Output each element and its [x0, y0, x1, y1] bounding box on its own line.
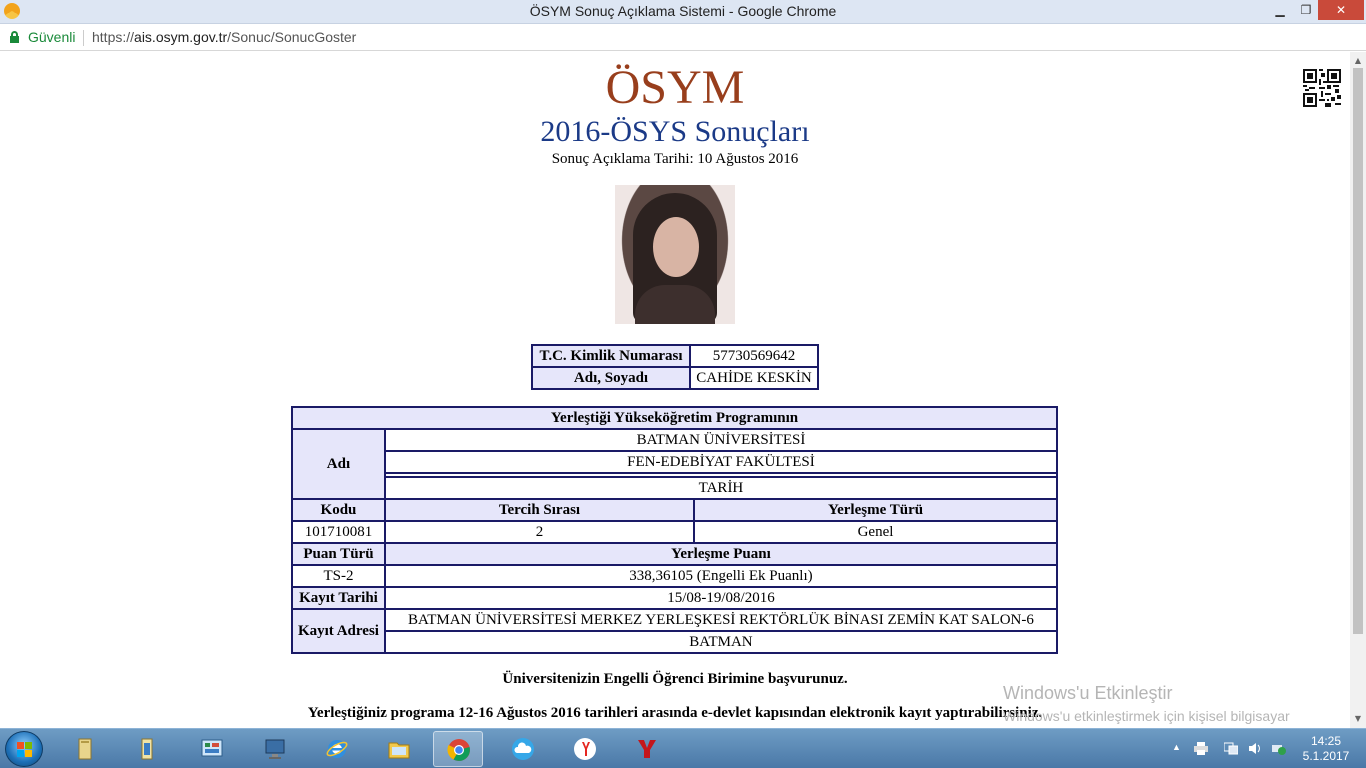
preference-value: 2 — [383, 520, 696, 544]
minimize-button[interactable]: ▁ — [1268, 0, 1292, 20]
window-title: ÖSYM Sonuç Açıklama Sistemi - Google Chr… — [529, 3, 837, 19]
osym-logo: ÖSYM — [605, 61, 745, 114]
show-hidden-icons-icon[interactable]: ▲ — [1172, 742, 1186, 755]
taskbar-folder[interactable] — [122, 731, 172, 767]
window-title-bar: ÖSYM Sonuç Açıklama Sistemi - Google Chr… — [0, 0, 1366, 24]
code-value: 101710081 — [291, 520, 386, 544]
placement-type-value: Genel — [693, 520, 1058, 544]
id-value: 57730569642 — [689, 344, 819, 368]
registration-date-label: Kayıt Tarihi — [291, 586, 386, 610]
table-row: Kayıt Adresi BATMAN ÜNİVERSİTESİ MERKEZ … — [291, 608, 1059, 654]
url-domain: ais.osym.gov.tr — [134, 29, 228, 45]
code-label: Kodu — [291, 498, 386, 522]
watermark-text: Windows'u etkinleştirmek için kişisel bi… — [1003, 708, 1290, 724]
candidate-photo — [615, 185, 735, 324]
name-value: CAHİDE KESKİN — [689, 366, 819, 390]
placement-type-label: Yerleşme Türü — [693, 498, 1058, 522]
scroll-up-icon[interactable]: ▲ — [1350, 54, 1366, 68]
registration-address-label: Kayıt Adresi — [291, 608, 386, 654]
url-text[interactable]: https://ais.osym.gov.tr/Sonuc/SonucGoste… — [92, 29, 356, 45]
table-row: T.C. Kimlik Numarası 57730569642 — [531, 344, 819, 368]
clock-time: 14:25 — [1310, 734, 1342, 748]
address-separator — [83, 30, 84, 46]
secure-label[interactable]: Güvenli — [28, 29, 75, 45]
folder-icon — [141, 738, 153, 760]
table-row: Yerleştiği Yükseköğretim Programının — [291, 406, 1058, 430]
volume-icon[interactable] — [1248, 742, 1262, 755]
taskbar-internet-explorer[interactable] — [312, 731, 362, 767]
maximize-button[interactable]: ❐ — [1294, 0, 1318, 20]
activation-watermark: Windows'u Etkinleştir Windows'u etkinleş… — [1003, 683, 1323, 728]
registration-address-line2: BATMAN — [383, 630, 1059, 654]
url-scheme: https:// — [92, 29, 135, 45]
table-row: TS-2 338,36105 (Engelli Ek Puanlı) — [291, 564, 1059, 588]
taskbar-control-panel[interactable] — [187, 731, 237, 767]
start-button[interactable] — [5, 731, 43, 767]
table-row: Kayıt Tarihi 15/08-19/08/2016 — [291, 586, 1059, 610]
page-content: ÖSYM 2016-ÖSYS Sonuçları Sonuç Açıklama … — [0, 52, 1350, 728]
placement-table: Yerleştiği Yükseköğretim Programının Adı… — [291, 406, 1059, 654]
table-row: BATMAN — [292, 630, 1059, 654]
table-row: Adı BATMAN ÜNİVERSİTESİ — [291, 428, 1059, 500]
taskbar-file-explorer[interactable] — [60, 731, 110, 767]
taskbar-file-manager[interactable] — [374, 731, 424, 767]
placement-section-title: Yerleştiği Yükseköğretim Programının — [291, 406, 1058, 430]
registration-address-line1: BATMAN ÜNİVERSİTESİ MERKEZ YERLEŞKESİ RE… — [383, 608, 1059, 632]
cloud-icon — [512, 738, 534, 760]
control-panel-icon — [201, 739, 223, 757]
display-icon[interactable] — [1224, 742, 1238, 755]
clock-date: 5.1.2017 — [1302, 749, 1350, 763]
preference-label: Tercih Sırası — [383, 498, 696, 522]
taskbar-osym-app[interactable] — [622, 731, 672, 767]
program-name-label: Adı — [291, 428, 386, 500]
file-manager-icon — [388, 742, 410, 759]
file-explorer-icon — [78, 738, 92, 760]
url-path: /Sonuc/SonucGoster — [227, 29, 357, 45]
table-row: Puan Türü Yerleşme Puanı — [291, 542, 1059, 566]
internet-explorer-icon — [326, 740, 348, 758]
taskbar-computer[interactable] — [250, 731, 300, 767]
taskbar-clock[interactable]: 14:25 5.1.2017 — [1296, 734, 1356, 764]
close-button[interactable]: ✕ — [1318, 0, 1364, 20]
registration-date-value: 15/08-19/08/2016 — [383, 586, 1059, 610]
address-bar[interactable]: Güvenli https://ais.osym.gov.tr/Sonuc/So… — [0, 25, 1366, 51]
table-row: FEN-EDEBİYAT FAKÜLTESİ — [292, 450, 1059, 474]
exam-title: 2016-ÖSYS Sonuçları — [540, 115, 810, 148]
name-label: Adı, Soyadı — [531, 366, 691, 390]
table-row: Kodu Tercih Sırası Yerleşme Türü — [291, 498, 1058, 522]
watermark-title: Windows'u Etkinleştir — [1003, 683, 1173, 703]
taskbar: ▲ 14:25 5.1.2017 — [0, 728, 1366, 768]
table-row: Adı, Soyadı CAHİDE KESKİN — [531, 366, 819, 390]
network-icon[interactable] — [1272, 742, 1286, 755]
program-value: TARİH — [383, 476, 1059, 500]
computer-icon — [265, 739, 285, 759]
yandex-icon — [574, 738, 596, 760]
taskbar-cloud[interactable] — [498, 731, 548, 767]
osym-app-icon — [638, 740, 656, 758]
university-value: BATMAN ÜNİVERSİTESİ — [383, 428, 1059, 452]
id-label: T.C. Kimlik Numarası — [531, 344, 691, 368]
identity-table: T.C. Kimlik Numarası 57730569642 Adı, So… — [531, 344, 819, 390]
score-value: 338,36105 (Engelli Ek Puanlı) — [383, 564, 1059, 588]
faculty-value: FEN-EDEBİYAT FAKÜLTESİ — [383, 450, 1059, 474]
chrome-icon — [447, 739, 470, 761]
printer-icon[interactable] — [1194, 742, 1208, 755]
taskbar-yandex[interactable] — [560, 731, 610, 767]
table-row: 101710081 2 Genel — [291, 520, 1058, 544]
table-row: TARİH — [292, 476, 1059, 500]
vertical-scrollbar[interactable]: ▲ ▼ — [1350, 52, 1366, 728]
score-type-label: Puan Türü — [291, 542, 386, 566]
windows-logo-icon — [17, 742, 33, 758]
scroll-down-icon[interactable]: ▼ — [1350, 712, 1366, 726]
announcement-date: Sonuç Açıklama Tarihi: 10 Ağustos 2016 — [551, 151, 799, 167]
score-label: Yerleşme Puanı — [383, 542, 1059, 566]
taskbar-chrome[interactable] — [433, 731, 483, 767]
scrollbar-thumb[interactable] — [1353, 68, 1363, 634]
score-type-value: TS-2 — [291, 564, 386, 588]
lock-icon[interactable] — [10, 31, 19, 43]
